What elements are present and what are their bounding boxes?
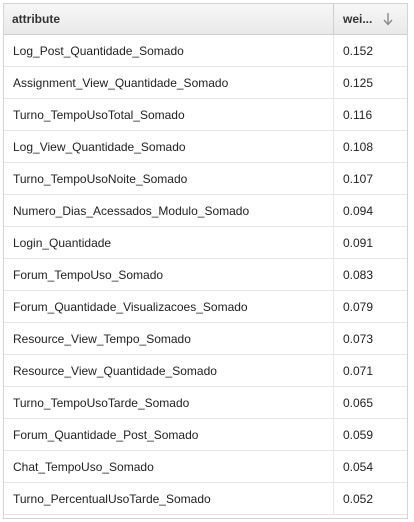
cell-weight: 0.065 xyxy=(343,395,374,410)
cell-attribute: Turno_PercentualUsoTarde_Somado xyxy=(4,483,334,514)
table-row[interactable]: Log_Post_Quantidade_Somado 0.152 xyxy=(4,35,407,67)
cell-weight: 0.107 xyxy=(343,171,374,186)
cell-attribute: Forum_Quantidade_Post_Somado xyxy=(4,419,334,450)
cell-weight: 0.125 xyxy=(343,75,374,90)
table-row[interactable]: Numero_Dias_Acessados_Modulo_Somado 0.094 xyxy=(4,195,407,227)
column-header-weight-label: wei... xyxy=(343,12,373,26)
cell-attribute: Log_View_Quantidade_Somado xyxy=(4,131,334,162)
table-row[interactable]: Turno_TempoUsoTarde_Somado 0.065 xyxy=(4,387,407,419)
table-row[interactable]: Turno_TempoUsoNoite_Somado 0.107 xyxy=(4,163,407,195)
cell-weight: 0.052 xyxy=(343,491,374,506)
cell-weight: 0.054 xyxy=(343,459,374,474)
table-body: Log_Post_Quantidade_Somado 0.152 Assignmen… xyxy=(4,35,407,515)
table-row[interactable]: Turno_TempoUsoTotal_Somado 0.116 xyxy=(4,99,407,131)
table-row[interactable]: Turno_PercentualUsoTarde_Somado 0.052 xyxy=(4,483,407,515)
cell-attribute: Forum_TempoUso_Somado xyxy=(4,259,334,290)
table-row[interactable]: Resource_View_Quantidade_Somado 0.071 xyxy=(4,355,407,387)
column-header-weight[interactable]: wei... xyxy=(334,4,407,34)
cell-weight: 0.091 xyxy=(343,235,374,250)
cell-weight: 0.116 xyxy=(343,107,373,122)
cell-attribute: Login_Quantidade xyxy=(4,227,334,258)
table-row[interactable]: Resource_View_Tempo_Somado 0.073 xyxy=(4,323,407,355)
column-header-attribute-label: attribute xyxy=(12,12,60,26)
cell-attribute: Assignment_View_Quantidade_Somado xyxy=(4,67,334,98)
cell-attribute: Turno_TempoUsoNoite_Somado xyxy=(4,163,334,194)
cell-attribute: Chat_TempoUso_Somado xyxy=(4,451,334,482)
cell-weight: 0.071 xyxy=(343,363,374,378)
cell-attribute: Turno_TempoUsoTarde_Somado xyxy=(4,387,334,418)
table-row[interactable]: Assignment_View_Quantidade_Somado 0.125 xyxy=(4,67,407,99)
table-row[interactable]: Login_Quantidade 0.091 xyxy=(4,227,407,259)
table-header: attribute wei... xyxy=(4,4,407,35)
cell-weight: 0.108 xyxy=(343,139,374,154)
cell-weight: 0.094 xyxy=(343,203,374,218)
cell-attribute: Resource_View_Quantidade_Somado xyxy=(4,355,334,386)
cell-weight: 0.079 xyxy=(343,299,374,314)
attribute-weights-table: attribute wei... Log_Post_Quantidade_Som… xyxy=(3,3,408,519)
table-row[interactable]: Forum_Quantidade_Visualizacoes_Somado 0.0… xyxy=(4,291,407,323)
table-row[interactable]: Log_View_Quantidade_Somado 0.108 xyxy=(4,131,407,163)
table-row[interactable]: Forum_Quantidade_Post_Somado 0.059 xyxy=(4,419,407,451)
arrow-down-icon[interactable] xyxy=(382,12,394,26)
cell-attribute: Resource_View_Tempo_Somado xyxy=(4,323,334,354)
table-row[interactable]: Forum_TempoUso_Somado 0.083 xyxy=(4,259,407,291)
cell-weight: 0.083 xyxy=(343,267,374,282)
cell-weight: 0.073 xyxy=(343,331,374,346)
cell-attribute: Forum_Quantidade_Visualizacoes_Somado xyxy=(4,291,334,322)
cell-attribute: Turno_TempoUsoTotal_Somado xyxy=(4,99,334,130)
cell-attribute: Log_Post_Quantidade_Somado xyxy=(4,35,334,66)
cell-weight: 0.059 xyxy=(343,427,374,442)
cell-attribute: Numero_Dias_Acessados_Modulo_Somado xyxy=(4,195,334,226)
table-row[interactable]: Chat_TempoUso_Somado 0.054 xyxy=(4,451,407,483)
column-header-attribute[interactable]: attribute xyxy=(4,4,334,34)
cell-weight: 0.152 xyxy=(343,43,374,58)
